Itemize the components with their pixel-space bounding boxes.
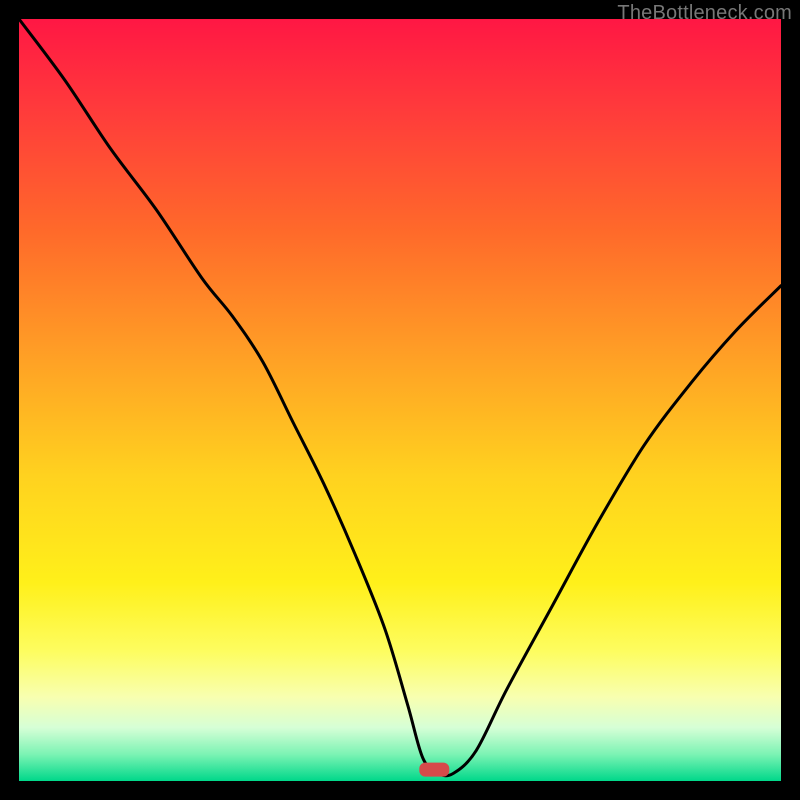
chart-frame: TheBottleneck.com [0,0,800,800]
watermark-label: TheBottleneck.com [617,2,792,25]
gradient-background [19,19,781,781]
chart-svg [19,19,781,781]
plot-area [19,19,781,781]
optimal-marker [419,763,449,777]
